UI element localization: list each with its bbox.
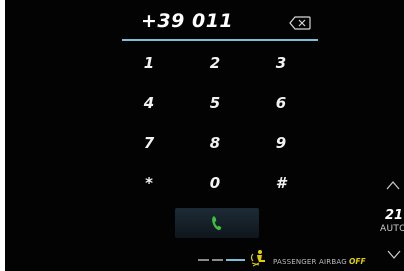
key-6[interactable]: 6 [261, 91, 301, 115]
key-5[interactable]: 5 [195, 91, 235, 115]
key-8[interactable]: 8 [195, 131, 235, 155]
temperature-value: 21° [385, 208, 404, 223]
status-dash [198, 259, 209, 261]
chevron-up-icon[interactable] [386, 180, 400, 190]
phone-icon [212, 216, 222, 231]
number-display: +39 011 [131, 6, 311, 36]
dialer-screen: +39 011 1 2 3 4 5 6 7 8 9 * 0 # PASSENGE… [5, 0, 404, 271]
backspace-icon[interactable] [289, 16, 311, 30]
key-9[interactable]: 9 [261, 131, 301, 155]
key-0[interactable]: 0 [195, 171, 235, 195]
number-underline [122, 39, 318, 41]
dialed-number: +39 011 [141, 10, 234, 32]
status-dash [212, 259, 223, 261]
key-1[interactable]: 1 [129, 51, 169, 75]
key-star[interactable]: * [129, 171, 169, 195]
passenger-airbag-icon [250, 250, 265, 267]
key-7[interactable]: 7 [129, 131, 169, 155]
climate-mode: AUTO [380, 224, 404, 234]
status-dash-active [226, 259, 245, 261]
airbag-state: OFF [349, 257, 366, 266]
key-3[interactable]: 3 [261, 51, 301, 75]
airbag-label: PASSENGER AIRBAG [273, 258, 347, 266]
key-4[interactable]: 4 [129, 91, 169, 115]
chevron-down-icon[interactable] [387, 250, 401, 260]
call-button[interactable] [175, 208, 259, 238]
key-hash[interactable]: # [261, 171, 301, 195]
key-2[interactable]: 2 [195, 51, 235, 75]
